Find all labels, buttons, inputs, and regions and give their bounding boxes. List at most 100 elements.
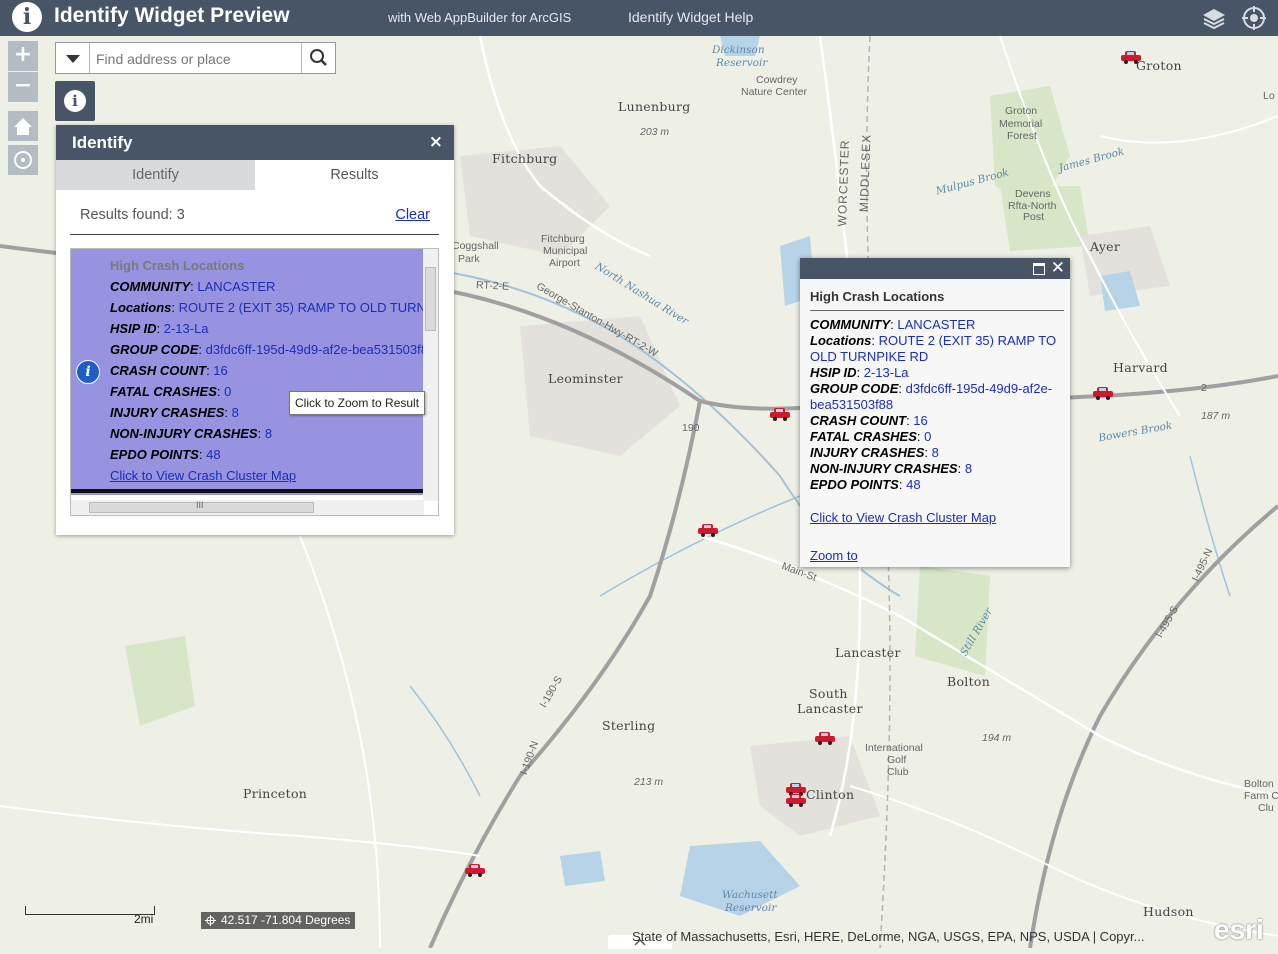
esri-logo-text: esri <box>1214 914 1264 945</box>
result-layer-title: High Crash Locations <box>110 258 245 273</box>
place-label: Bolton <box>947 674 991 689</box>
crash-marker[interactable] <box>1092 386 1114 400</box>
search-input[interactable] <box>94 48 308 70</box>
place-label: Hudson <box>1143 904 1194 919</box>
coordinates-readout[interactable]: 42.517 -71.804 Degrees <box>201 912 356 929</box>
zoom-out-button[interactable]: − <box>8 72 38 102</box>
widget-settings-icon[interactable] <box>1240 4 1268 32</box>
park-label: Post <box>1023 211 1045 223</box>
scale-label: 2mi <box>134 912 154 926</box>
attribute-value: LANCASTER <box>897 317 976 332</box>
place-label: Fitchburg <box>492 151 558 166</box>
place-label: South <box>809 686 848 701</box>
close-icon[interactable]: ✕ <box>1051 258 1065 278</box>
water-label: Reservoir <box>725 902 777 914</box>
park-label: Municipal <box>543 245 588 257</box>
attribute-value: 48 <box>206 447 221 462</box>
scroll-grip: III <box>196 500 204 510</box>
help-link[interactable]: Identify Widget Help <box>628 9 753 25</box>
attribution-text: State of Massachusetts, Esri, HERE, DeLo… <box>632 929 1145 944</box>
identify-widget-button[interactable]: i <box>55 81 95 121</box>
crash-marker[interactable] <box>697 523 719 537</box>
maximize-icon[interactable] <box>1033 263 1045 275</box>
info-icon[interactable]: i <box>76 360 100 384</box>
crash-marker[interactable] <box>464 863 486 877</box>
results-list[interactable]: i High Crash Locations COMMUNITY: LANCAS… <box>70 248 439 516</box>
park-label: Fitchburg <box>541 233 585 245</box>
home-icon <box>14 118 32 135</box>
popup-attributes: COMMUNITY: LANCASTER Locations: ROUTE 2 (… <box>810 317 1064 493</box>
place-label: Princeton <box>243 786 308 801</box>
attribute-value: 8 <box>964 461 973 476</box>
popup-title: High Crash Locations <box>810 289 945 304</box>
park-label: Coggshall <box>452 240 499 252</box>
attribute-row: Locations: ROUTE 2 (EXIT 35) RAMP TO OLD… <box>110 297 424 318</box>
attribute-name: INJURY CRASHES <box>810 445 925 460</box>
attribute-name: COMMUNITY <box>110 279 191 294</box>
scroll-thumb[interactable]: III <box>89 500 314 513</box>
place-label: Lancaster <box>835 645 901 660</box>
info-icon: i <box>12 2 42 32</box>
park-label: Memorial <box>999 118 1043 130</box>
attribute-name: Locations <box>810 333 872 348</box>
elevation-label: 194 m <box>982 732 1012 744</box>
result-item[interactable]: i High Crash Locations COMMUNITY: LANCAS… <box>71 249 424 495</box>
attribute-row: COMMUNITY: LANCASTER <box>810 317 976 332</box>
tab-identify[interactable]: Identify <box>56 160 255 190</box>
zoom-in-button[interactable]: + <box>8 41 38 71</box>
attribute-row: Locations: ROUTE 2 (EXIT 35) RAMP TO OLD… <box>810 333 1057 364</box>
crash-cluster-map-link[interactable]: Click to View Crash Cluster Map <box>110 465 424 486</box>
zoom-to-link[interactable]: Zoom to <box>810 548 858 563</box>
attribute-value: 2-13-La <box>163 321 209 336</box>
coordinates-text: 42.517 -71.804 Degrees <box>221 913 351 927</box>
attribute-row: NON-INJURY CRASHES: 8 <box>810 461 973 476</box>
attribute-name: Locations <box>110 300 172 315</box>
results-count: 3 <box>176 207 185 223</box>
horizontal-scrollbar[interactable]: III <box>71 500 424 515</box>
layers-icon[interactable] <box>1200 4 1228 32</box>
vertical-scrollbar[interactable] <box>423 249 438 501</box>
attribute-value: LANCASTER <box>197 279 276 294</box>
scroll-thumb[interactable] <box>425 267 436 331</box>
attribute-name: HSIP ID <box>110 321 157 336</box>
park-label: Golf <box>887 754 907 766</box>
identify-panel: Identify × Identify Results Results foun… <box>56 125 454 535</box>
attribute-name: FATAL CRASHES <box>810 429 917 444</box>
search-icon <box>310 49 327 66</box>
crash-cluster-map-link[interactable]: Click to View Crash Cluster Map <box>810 510 996 525</box>
result-separator <box>71 489 424 493</box>
water-label: Wachusett <box>722 889 778 901</box>
crash-marker[interactable] <box>769 407 791 421</box>
attribute-name: INJURY CRASHES <box>110 405 225 420</box>
attribute-name: GROUP CODE <box>810 381 899 396</box>
panel-tabs: Identify Results <box>56 160 454 190</box>
app-header: i Identify Widget Preview with Web AppBu… <box>0 0 1278 36</box>
tab-results[interactable]: Results <box>255 160 454 190</box>
clear-link[interactable]: Clear <box>395 207 430 223</box>
attribute-row: CRASH COUNT: 16 <box>810 413 928 428</box>
crash-marker[interactable] <box>814 731 836 745</box>
attribute-value: 0 <box>924 429 932 444</box>
elevation-label: 187 m <box>1201 410 1231 422</box>
park-label: Groton <box>1005 105 1038 117</box>
attribute-name: NON-INJURY CRASHES <box>810 461 958 476</box>
home-button[interactable] <box>8 111 38 141</box>
close-icon[interactable]: × <box>429 132 443 152</box>
attribute-value: 48 <box>906 477 921 492</box>
place-label: Ayer <box>1090 239 1121 254</box>
esri-logo[interactable]: POWERED BY esri <box>1212 908 1274 948</box>
divider <box>810 310 1064 311</box>
chevron-down-icon[interactable] <box>56 43 90 73</box>
attribute-value: d3fdc6ff-195d-49d9-af2e-bea531503f88 <box>205 342 424 357</box>
county-label: MIDDLESEX <box>856 133 874 213</box>
place-label: Lunenburg <box>618 99 691 114</box>
place-label: Bolton <box>1244 778 1274 790</box>
park-label: Devens <box>1015 188 1051 200</box>
crash-marker[interactable] <box>1120 50 1142 64</box>
attribute-name: EPDO POINTS <box>110 447 199 462</box>
park-label: Park <box>458 253 480 265</box>
place-label: Leominster <box>548 371 623 386</box>
locate-button[interactable] <box>8 145 38 175</box>
crash-marker[interactable] <box>785 793 807 807</box>
search-button[interactable] <box>301 43 335 73</box>
